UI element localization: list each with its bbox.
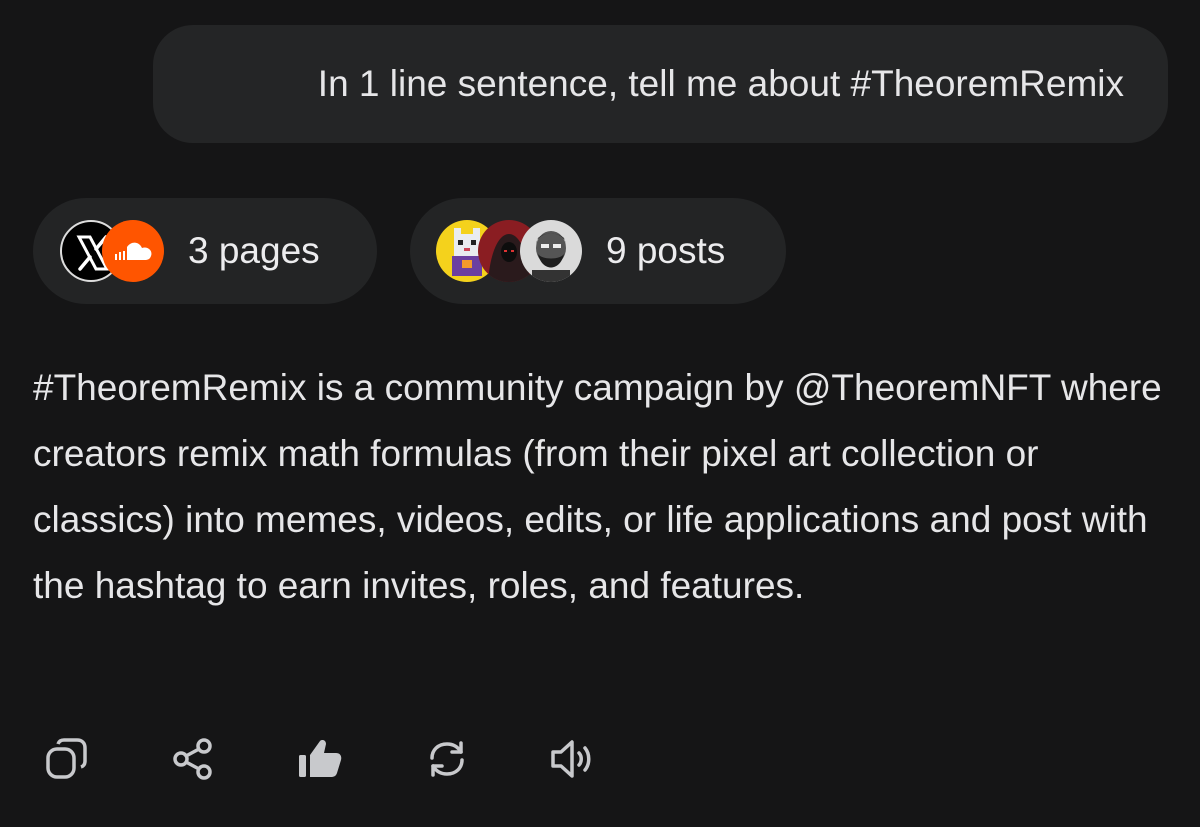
share-button[interactable]	[167, 733, 219, 785]
avatar-bearded-man	[520, 220, 582, 282]
regenerate-icon	[430, 741, 464, 777]
read-aloud-button[interactable]	[548, 733, 600, 785]
thumbs-up-button[interactable]	[294, 733, 346, 785]
copy-button[interactable]	[40, 733, 92, 785]
user-message-bubble: In 1 line sentence, tell me about #Theor…	[153, 25, 1168, 143]
pages-icons	[60, 220, 164, 282]
regenerate-button[interactable]	[421, 733, 473, 785]
pages-count-label: 3 pages	[188, 230, 320, 271]
assistant-answer: #TheoremRemix is a community campaign by…	[33, 367, 1162, 606]
thumbs-up-icon	[299, 740, 342, 777]
read-aloud-icon	[551, 740, 591, 778]
sources-pages-chip[interactable]: 3 pages	[33, 198, 377, 304]
posts-count-label: 9 posts	[606, 230, 726, 271]
sources-posts-chip[interactable]: 9 posts	[410, 198, 786, 304]
copy-icon	[46, 738, 87, 779]
posts-avatars	[436, 220, 582, 282]
response-actions-bar	[40, 733, 675, 785]
soundcloud-icon	[102, 220, 164, 282]
chat-screen: In 1 line sentence, tell me about #Theor…	[0, 0, 1200, 827]
share-icon	[173, 738, 212, 780]
user-message-text: In 1 line sentence, tell me about #Theor…	[317, 63, 1124, 104]
